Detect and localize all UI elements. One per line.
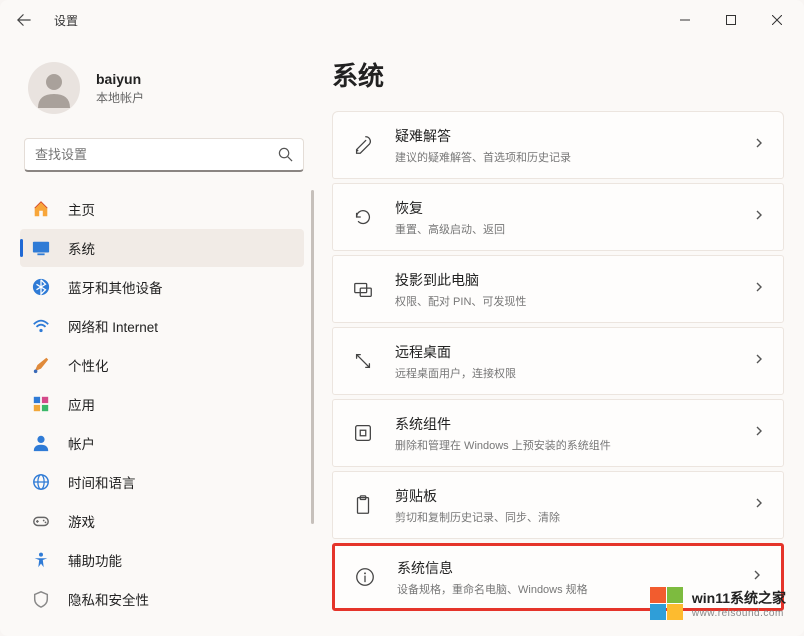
bluetooth-icon bbox=[30, 276, 52, 298]
sidebar-item-label: 帐户 bbox=[68, 433, 95, 453]
sidebar-item-label: 时间和语言 bbox=[68, 472, 136, 492]
gamepad-icon bbox=[30, 510, 52, 532]
accessibility-icon bbox=[30, 549, 52, 571]
sidebar-item-label: 蓝牙和其他设备 bbox=[68, 277, 163, 297]
display-icon bbox=[30, 237, 52, 259]
page-title: 系统 bbox=[332, 56, 784, 93]
sidebar-item-label: 主页 bbox=[68, 199, 95, 219]
wrench-icon bbox=[351, 133, 375, 157]
sidebar-item-5[interactable]: 应用 bbox=[20, 385, 304, 423]
settings-card-2[interactable]: 投影到此电脑 权限、配对 PIN、可发现性 bbox=[332, 255, 784, 323]
card-subtitle: 剪切和复制历史记录、同步、清除 bbox=[395, 509, 753, 525]
card-title: 疑难解答 bbox=[395, 126, 753, 146]
components-icon bbox=[351, 421, 375, 445]
sidebar-item-0[interactable]: 主页 bbox=[20, 190, 304, 228]
chevron-right-icon bbox=[751, 568, 763, 586]
sidebar-item-label: 应用 bbox=[68, 394, 95, 414]
sidebar-item-label: 辅助功能 bbox=[68, 550, 122, 570]
remote-icon bbox=[351, 349, 375, 373]
home-icon bbox=[30, 198, 52, 220]
user-account-type: 本地帐户 bbox=[96, 89, 144, 106]
avatar-placeholder-icon bbox=[34, 68, 74, 108]
back-button[interactable] bbox=[4, 0, 44, 40]
user-name: baiyun bbox=[96, 71, 144, 87]
sidebar-item-6[interactable]: 帐户 bbox=[20, 424, 304, 462]
chevron-right-icon bbox=[753, 280, 765, 298]
titlebar: 设置 bbox=[0, 0, 804, 40]
chevron-right-icon bbox=[753, 208, 765, 226]
person-icon bbox=[30, 432, 52, 454]
sidebar-item-label: 个性化 bbox=[68, 355, 109, 375]
sidebar: baiyun 本地帐户 主页系统蓝牙和其他设备网络和 Internet 个性化应用… bbox=[0, 40, 318, 636]
info-icon bbox=[353, 565, 377, 589]
search-input[interactable] bbox=[35, 147, 278, 162]
close-icon bbox=[772, 15, 782, 25]
card-title: 系统信息 bbox=[397, 558, 751, 578]
card-title: 剪贴板 bbox=[395, 486, 753, 506]
settings-card-4[interactable]: 系统组件 删除和管理在 Windows 上预安装的系统组件 bbox=[332, 399, 784, 467]
chevron-right-icon bbox=[753, 352, 765, 370]
window-title: 设置 bbox=[54, 12, 78, 29]
watermark-text: win11系统之家 bbox=[692, 588, 786, 608]
card-subtitle: 删除和管理在 Windows 上预安装的系统组件 bbox=[395, 437, 753, 453]
card-subtitle: 重置、高级启动、返回 bbox=[395, 221, 753, 237]
card-title: 系统组件 bbox=[395, 414, 753, 434]
card-subtitle: 权限、配对 PIN、可发现性 bbox=[395, 293, 753, 309]
sidebar-item-label: 网络和 Internet bbox=[68, 316, 158, 336]
nav-list: 主页系统蓝牙和其他设备网络和 Internet 个性化应用帐户时间和语言游戏辅助功… bbox=[20, 190, 312, 618]
sidebar-item-1[interactable]: 系统 bbox=[20, 229, 304, 267]
watermark: win11系统之家 www.relsound.com bbox=[650, 586, 786, 620]
maximize-button[interactable] bbox=[708, 0, 754, 40]
settings-window: 设置 baiyun 本地帐户 bbox=[0, 0, 804, 636]
sidebar-item-7[interactable]: 时间和语言 bbox=[20, 463, 304, 501]
avatar bbox=[28, 62, 80, 114]
chevron-right-icon bbox=[753, 496, 765, 514]
recovery-icon bbox=[351, 205, 375, 229]
settings-cards: 疑难解答 建议的疑难解答、首选项和历史记录 恢复 重置、高级启动、返回 投影到此… bbox=[332, 111, 784, 611]
card-title: 恢复 bbox=[395, 198, 753, 218]
back-arrow-icon bbox=[17, 13, 31, 27]
search-icon bbox=[278, 147, 293, 162]
chevron-right-icon bbox=[753, 136, 765, 154]
maximize-icon bbox=[726, 15, 736, 25]
minimize-button[interactable] bbox=[662, 0, 708, 40]
settings-card-0[interactable]: 疑难解答 建议的疑难解答、首选项和历史记录 bbox=[332, 111, 784, 179]
sidebar-item-9[interactable]: 辅助功能 bbox=[20, 541, 304, 579]
sidebar-item-10[interactable]: 隐私和安全性 bbox=[20, 580, 304, 618]
sidebar-item-label: 系统 bbox=[68, 238, 95, 258]
card-title: 投影到此电脑 bbox=[395, 270, 753, 290]
settings-card-1[interactable]: 恢复 重置、高级启动、返回 bbox=[332, 183, 784, 251]
clipboard-icon bbox=[351, 493, 375, 517]
watermark-url: www.relsound.com bbox=[692, 608, 786, 619]
sidebar-item-label: 隐私和安全性 bbox=[68, 589, 149, 609]
settings-card-5[interactable]: 剪贴板 剪切和复制历史记录、同步、清除 bbox=[332, 471, 784, 539]
wifi-icon bbox=[30, 315, 52, 337]
globe-icon bbox=[30, 471, 52, 493]
brush-icon bbox=[30, 354, 52, 376]
card-subtitle: 远程桌面用户，连接权限 bbox=[395, 365, 753, 381]
sidebar-item-4[interactable]: 个性化 bbox=[20, 346, 304, 384]
sidebar-item-2[interactable]: 蓝牙和其他设备 bbox=[20, 268, 304, 306]
shield-icon bbox=[30, 588, 52, 610]
minimize-icon bbox=[680, 15, 690, 25]
watermark-logo-icon bbox=[650, 586, 684, 620]
window-controls bbox=[662, 0, 800, 40]
close-button[interactable] bbox=[754, 0, 800, 40]
sidebar-item-label: 游戏 bbox=[68, 511, 95, 531]
chevron-right-icon bbox=[753, 424, 765, 442]
card-subtitle: 建议的疑难解答、首选项和历史记录 bbox=[395, 149, 753, 165]
card-title: 远程桌面 bbox=[395, 342, 753, 362]
search-box[interactable] bbox=[24, 138, 304, 172]
settings-card-3[interactable]: 远程桌面 远程桌面用户，连接权限 bbox=[332, 327, 784, 395]
project-icon bbox=[351, 277, 375, 301]
sidebar-item-8[interactable]: 游戏 bbox=[20, 502, 304, 540]
apps-icon bbox=[30, 393, 52, 415]
sidebar-item-3[interactable]: 网络和 Internet bbox=[20, 307, 304, 345]
user-profile[interactable]: baiyun 本地帐户 bbox=[20, 52, 312, 132]
main-content: 系统 疑难解答 建议的疑难解答、首选项和历史记录 恢复 重置、高级启动、返回 投… bbox=[318, 40, 804, 636]
